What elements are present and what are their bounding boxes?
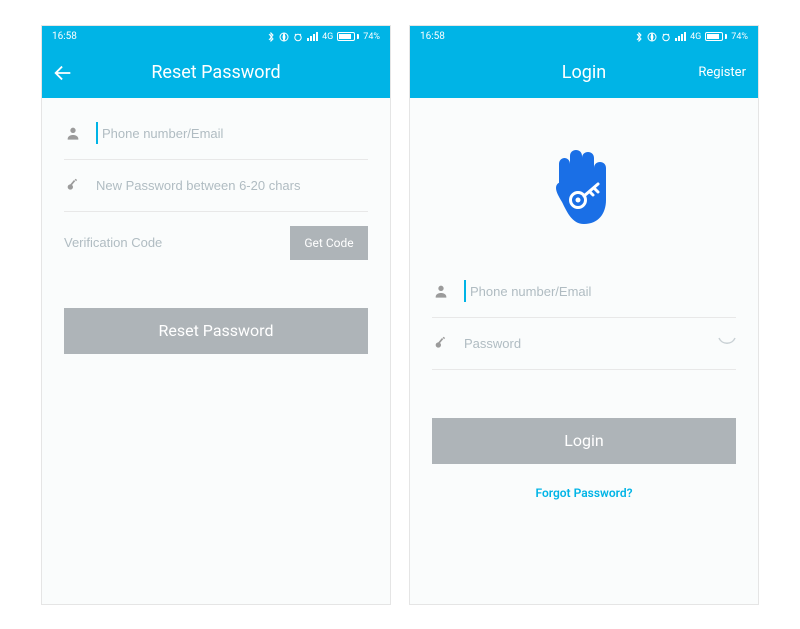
battery-percent: 74% bbox=[363, 32, 380, 42]
text-cursor bbox=[96, 122, 98, 144]
user-icon bbox=[432, 283, 450, 299]
bluetooth-icon bbox=[267, 32, 275, 42]
password-input[interactable] bbox=[464, 336, 704, 351]
network-gen-label: 4G bbox=[690, 32, 701, 42]
alarm-icon bbox=[661, 32, 671, 42]
status-bar: 16:58 4G 74% bbox=[410, 26, 758, 48]
reset-password-screen: 16:58 4G 74% Reset Password bbox=[41, 25, 391, 605]
status-right-cluster: 4G 74% bbox=[635, 32, 748, 42]
password-field[interactable] bbox=[432, 318, 736, 370]
status-bar: 16:58 4G 74% bbox=[42, 26, 390, 48]
battery-percent: 74% bbox=[731, 32, 748, 42]
compass-icon bbox=[279, 32, 289, 42]
verification-code-input[interactable] bbox=[64, 235, 280, 250]
login-button[interactable]: Login bbox=[432, 418, 736, 464]
reset-form: Get Code Reset Password bbox=[42, 98, 390, 604]
login-screen: 16:58 4G 74% Login Register bbox=[409, 25, 759, 605]
user-icon bbox=[64, 125, 82, 141]
reset-password-button[interactable]: Reset Password bbox=[64, 308, 368, 354]
network-gen-label: 4G bbox=[322, 32, 333, 42]
status-time: 16:58 bbox=[420, 31, 445, 42]
key-icon bbox=[64, 177, 82, 193]
status-right-cluster: 4G 74% bbox=[267, 32, 380, 42]
verification-row: Get Code bbox=[64, 226, 368, 260]
page-title: Reset Password bbox=[42, 62, 390, 83]
signal-icon bbox=[675, 32, 686, 41]
phone-email-field[interactable] bbox=[432, 266, 736, 318]
nav-bar: Login Register bbox=[410, 48, 758, 98]
new-password-input[interactable] bbox=[96, 178, 368, 193]
battery-icon bbox=[705, 32, 727, 41]
battery-icon bbox=[337, 32, 359, 41]
alarm-icon bbox=[293, 32, 303, 42]
login-form: Login Forgot Password? bbox=[410, 98, 758, 604]
status-time: 16:58 bbox=[52, 31, 77, 42]
compass-icon bbox=[647, 32, 657, 42]
get-code-button[interactable]: Get Code bbox=[290, 226, 368, 260]
bluetooth-icon bbox=[635, 32, 643, 42]
app-logo bbox=[432, 148, 736, 230]
key-icon bbox=[432, 335, 450, 351]
hand-key-icon bbox=[548, 148, 620, 230]
text-cursor bbox=[464, 280, 466, 302]
signal-icon bbox=[307, 32, 318, 41]
new-password-field[interactable] bbox=[64, 160, 368, 212]
phone-email-input[interactable] bbox=[102, 126, 368, 141]
phone-email-input[interactable] bbox=[470, 284, 736, 299]
forgot-password-link[interactable]: Forgot Password? bbox=[432, 486, 736, 500]
phone-email-field[interactable] bbox=[64, 108, 368, 160]
nav-bar: Reset Password bbox=[42, 48, 390, 98]
back-button[interactable] bbox=[52, 48, 74, 98]
register-link[interactable]: Register bbox=[698, 48, 746, 98]
toggle-password-visibility-icon[interactable] bbox=[718, 337, 736, 349]
